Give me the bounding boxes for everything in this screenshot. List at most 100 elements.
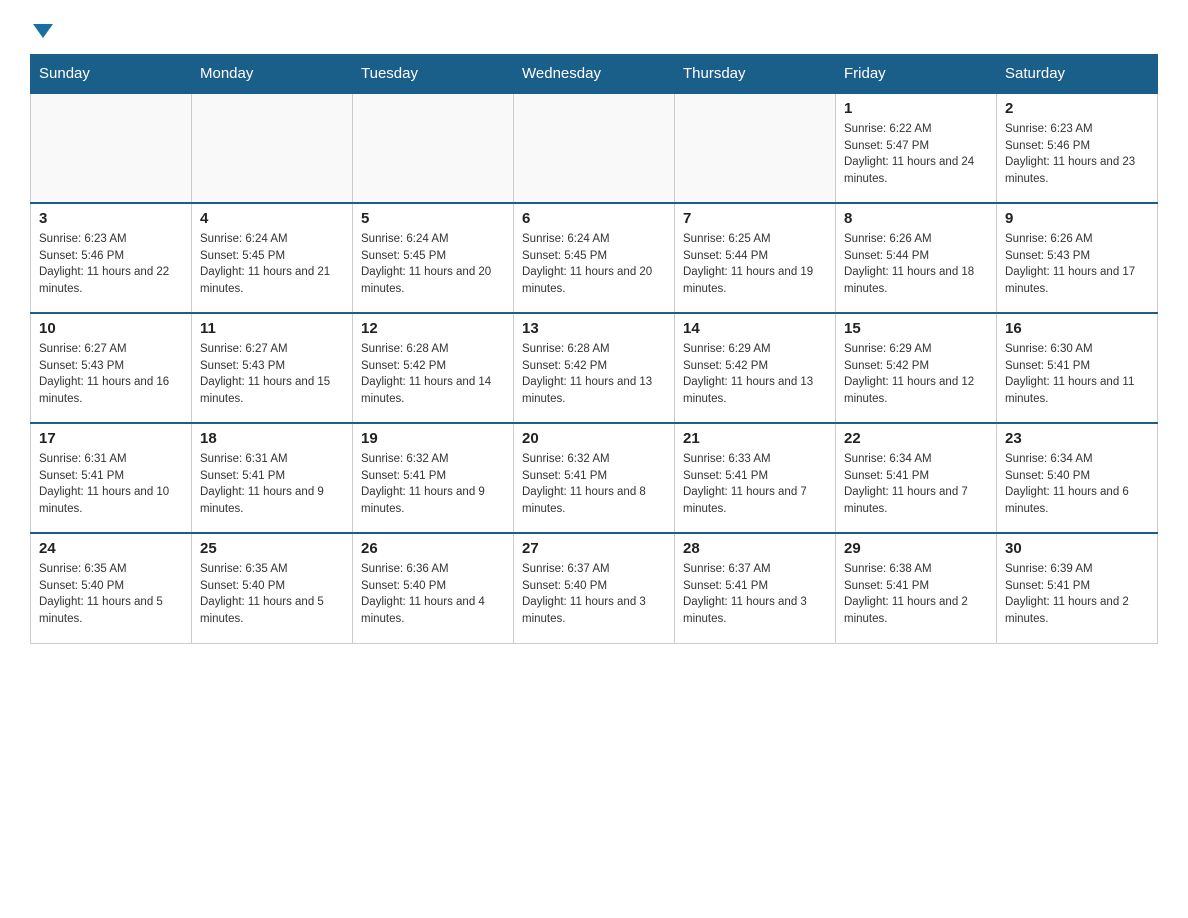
calendar-cell: 27Sunrise: 6:37 AM Sunset: 5:40 PM Dayli…: [514, 533, 675, 643]
calendar-cell: 11 Sunrise: 6:27 AM Sunset: 5:43 PM Dayli…: [192, 313, 353, 423]
weekday-header-tuesday: Tuesday: [353, 55, 514, 94]
day-number: 13: [522, 320, 666, 337]
day-info: Sunrise: 6:28 AM Sunset: 5:42 PM Dayligh…: [361, 341, 505, 408]
week-row-3: 10 Sunrise: 6:27 AM Sunset: 5:43 PM Dayli…: [31, 313, 1158, 423]
calendar-cell: [514, 93, 675, 203]
day-info: Sunrise: 6:24 AM Sunset: 5:45 PM Dayligh…: [200, 231, 344, 298]
logo: [30, 20, 53, 34]
calendar-cell: 19Sunrise: 6:32 AM Sunset: 5:41 PM Dayli…: [353, 423, 514, 533]
day-number: 24: [39, 540, 183, 557]
day-info: Sunrise: 6:34 AM Sunset: 5:40 PM Dayligh…: [1005, 451, 1149, 518]
day-info: Sunrise: 6:22 AM Sunset: 5:47 PM Dayligh…: [844, 121, 988, 188]
day-number: 7: [683, 210, 827, 227]
day-number: 14: [683, 320, 827, 337]
day-number: 28: [683, 540, 827, 557]
day-number: 10: [39, 320, 183, 337]
day-number: 30: [1005, 540, 1149, 557]
day-info: Sunrise: 6:28 AM Sunset: 5:42 PM Dayligh…: [522, 341, 666, 408]
day-number: 22: [844, 430, 988, 447]
day-info: Sunrise: 6:33 AM Sunset: 5:41 PM Dayligh…: [683, 451, 827, 518]
calendar-cell: [353, 93, 514, 203]
day-info: Sunrise: 6:23 AM Sunset: 5:46 PM Dayligh…: [39, 231, 183, 298]
calendar-cell: 1 Sunrise: 6:22 AM Sunset: 5:47 PM Daylig…: [836, 93, 997, 203]
calendar-cell: 10 Sunrise: 6:27 AM Sunset: 5:43 PM Dayli…: [31, 313, 192, 423]
calendar-cell: [675, 93, 836, 203]
day-info: Sunrise: 6:27 AM Sunset: 5:43 PM Dayligh…: [200, 341, 344, 408]
weekday-header-sunday: Sunday: [31, 55, 192, 94]
calendar-cell: 18 Sunrise: 6:31 AM Sunset: 5:41 PM Dayli…: [192, 423, 353, 533]
day-number: 17: [39, 430, 183, 447]
day-info: Sunrise: 6:29 AM Sunset: 5:42 PM Dayligh…: [683, 341, 827, 408]
week-row-2: 3Sunrise: 6:23 AM Sunset: 5:46 PM Daylig…: [31, 203, 1158, 313]
calendar-cell: 30 Sunrise: 6:39 AM Sunset: 5:41 PM Dayli…: [997, 533, 1158, 643]
day-info: Sunrise: 6:31 AM Sunset: 5:41 PM Dayligh…: [39, 451, 183, 518]
calendar-cell: 12Sunrise: 6:28 AM Sunset: 5:42 PM Dayli…: [353, 313, 514, 423]
day-info: Sunrise: 6:35 AM Sunset: 5:40 PM Dayligh…: [200, 561, 344, 628]
day-info: Sunrise: 6:32 AM Sunset: 5:41 PM Dayligh…: [522, 451, 666, 518]
day-info: Sunrise: 6:26 AM Sunset: 5:43 PM Dayligh…: [1005, 231, 1149, 298]
logo-general: [30, 20, 53, 38]
day-number: 21: [683, 430, 827, 447]
day-info: Sunrise: 6:36 AM Sunset: 5:40 PM Dayligh…: [361, 561, 505, 628]
calendar-cell: 26 Sunrise: 6:36 AM Sunset: 5:40 PM Dayli…: [353, 533, 514, 643]
calendar-cell: 22 Sunrise: 6:34 AM Sunset: 5:41 PM Dayli…: [836, 423, 997, 533]
calendar-cell: 14 Sunrise: 6:29 AM Sunset: 5:42 PM Dayli…: [675, 313, 836, 423]
weekday-header-wednesday: Wednesday: [514, 55, 675, 94]
week-row-5: 24 Sunrise: 6:35 AM Sunset: 5:40 PM Dayli…: [31, 533, 1158, 643]
day-number: 20: [522, 430, 666, 447]
day-number: 5: [361, 210, 505, 227]
day-info: Sunrise: 6:38 AM Sunset: 5:41 PM Dayligh…: [844, 561, 988, 628]
day-info: Sunrise: 6:37 AM Sunset: 5:41 PM Dayligh…: [683, 561, 827, 628]
day-info: Sunrise: 6:24 AM Sunset: 5:45 PM Dayligh…: [522, 231, 666, 298]
day-number: 4: [200, 210, 344, 227]
day-number: 6: [522, 210, 666, 227]
calendar-cell: 13 Sunrise: 6:28 AM Sunset: 5:42 PM Dayli…: [514, 313, 675, 423]
calendar-cell: 9 Sunrise: 6:26 AM Sunset: 5:43 PM Daylig…: [997, 203, 1158, 313]
calendar-cell: 2 Sunrise: 6:23 AM Sunset: 5:46 PM Daylig…: [997, 93, 1158, 203]
day-number: 26: [361, 540, 505, 557]
calendar-cell: 5Sunrise: 6:24 AM Sunset: 5:45 PM Daylig…: [353, 203, 514, 313]
weekday-header-row: SundayMondayTuesdayWednesdayThursdayFrid…: [31, 55, 1158, 94]
day-info: Sunrise: 6:34 AM Sunset: 5:41 PM Dayligh…: [844, 451, 988, 518]
day-number: 16: [1005, 320, 1149, 337]
calendar-cell: 7Sunrise: 6:25 AM Sunset: 5:44 PM Daylig…: [675, 203, 836, 313]
day-info: Sunrise: 6:30 AM Sunset: 5:41 PM Dayligh…: [1005, 341, 1149, 408]
logo-arrow-icon: [33, 24, 53, 38]
weekday-header-monday: Monday: [192, 55, 353, 94]
calendar-cell: 21 Sunrise: 6:33 AM Sunset: 5:41 PM Dayli…: [675, 423, 836, 533]
day-number: 11: [200, 320, 344, 337]
calendar-table: SundayMondayTuesdayWednesdayThursdayFrid…: [30, 54, 1158, 644]
calendar-cell: 28 Sunrise: 6:37 AM Sunset: 5:41 PM Dayli…: [675, 533, 836, 643]
day-info: Sunrise: 6:35 AM Sunset: 5:40 PM Dayligh…: [39, 561, 183, 628]
day-number: 23: [1005, 430, 1149, 447]
calendar-cell: 25 Sunrise: 6:35 AM Sunset: 5:40 PM Dayli…: [192, 533, 353, 643]
week-row-4: 17 Sunrise: 6:31 AM Sunset: 5:41 PM Dayli…: [31, 423, 1158, 533]
calendar-cell: 6 Sunrise: 6:24 AM Sunset: 5:45 PM Daylig…: [514, 203, 675, 313]
day-number: 1: [844, 100, 988, 117]
calendar-cell: 4 Sunrise: 6:24 AM Sunset: 5:45 PM Daylig…: [192, 203, 353, 313]
day-number: 2: [1005, 100, 1149, 117]
day-number: 15: [844, 320, 988, 337]
day-info: Sunrise: 6:39 AM Sunset: 5:41 PM Dayligh…: [1005, 561, 1149, 628]
calendar-cell: 8Sunrise: 6:26 AM Sunset: 5:44 PM Daylig…: [836, 203, 997, 313]
day-number: 25: [200, 540, 344, 557]
day-number: 9: [1005, 210, 1149, 227]
day-number: 29: [844, 540, 988, 557]
calendar-cell: 15 Sunrise: 6:29 AM Sunset: 5:42 PM Dayli…: [836, 313, 997, 423]
page-header: [30, 20, 1158, 34]
day-info: Sunrise: 6:37 AM Sunset: 5:40 PM Dayligh…: [522, 561, 666, 628]
calendar-cell: 16 Sunrise: 6:30 AM Sunset: 5:41 PM Dayli…: [997, 313, 1158, 423]
calendar-cell: 3Sunrise: 6:23 AM Sunset: 5:46 PM Daylig…: [31, 203, 192, 313]
weekday-header-saturday: Saturday: [997, 55, 1158, 94]
day-number: 18: [200, 430, 344, 447]
calendar-cell: [192, 93, 353, 203]
calendar-cell: 23 Sunrise: 6:34 AM Sunset: 5:40 PM Dayli…: [997, 423, 1158, 533]
day-info: Sunrise: 6:27 AM Sunset: 5:43 PM Dayligh…: [39, 341, 183, 408]
day-info: Sunrise: 6:29 AM Sunset: 5:42 PM Dayligh…: [844, 341, 988, 408]
day-info: Sunrise: 6:23 AM Sunset: 5:46 PM Dayligh…: [1005, 121, 1149, 188]
calendar-cell: 17 Sunrise: 6:31 AM Sunset: 5:41 PM Dayli…: [31, 423, 192, 533]
day-info: Sunrise: 6:31 AM Sunset: 5:41 PM Dayligh…: [200, 451, 344, 518]
day-number: 19: [361, 430, 505, 447]
calendar-cell: [31, 93, 192, 203]
week-row-1: 1 Sunrise: 6:22 AM Sunset: 5:47 PM Daylig…: [31, 93, 1158, 203]
